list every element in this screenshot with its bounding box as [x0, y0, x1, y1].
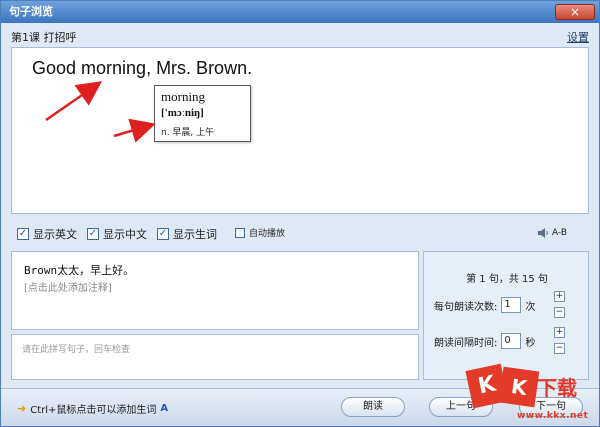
lesson-title: 第1课 打招呼: [11, 31, 77, 44]
tip-a-icon: A: [160, 403, 169, 414]
spelling-panel: [11, 334, 419, 380]
interval-minus-button[interactable]: −: [554, 343, 565, 354]
window-title: 句子浏览: [9, 5, 53, 18]
repeat-minus-button[interactable]: −: [554, 307, 565, 318]
auto-play-checkbox[interactable]: 自动播放: [235, 226, 285, 239]
checkbox-unchecked-icon: [235, 227, 245, 238]
sentence-browser-window: 句子浏览 × 第1课 打招呼 设置 Good morning, Mrs. Bro…: [0, 0, 600, 427]
settings-link[interactable]: 设置: [567, 29, 589, 45]
checkbox-checked-icon: ✓: [87, 228, 99, 240]
close-button[interactable]: ×: [555, 4, 595, 20]
show-vocab-checkbox[interactable]: ✓ 显示生词: [157, 226, 217, 242]
checkbox-checked-icon: ✓: [17, 228, 29, 240]
chinese-translation: Brown太太，早上好。: [24, 264, 135, 277]
sentence-panel: Good morning, Mrs. Brown. morning ['mɔːn…: [11, 47, 589, 214]
interval-plus-button[interactable]: +: [554, 327, 565, 338]
display-options: ✓ 显示英文 ✓ 显示中文 ✓ 显示生词 自动播放 A-B: [11, 223, 589, 243]
sentence-counter: 第 1 句，共 15 句: [466, 274, 548, 285]
watermark-logo-text: 下载: [537, 376, 577, 400]
translation-panel: Brown太太，早上好。 [点击此处添加注释]: [11, 251, 419, 330]
show-chinese-checkbox[interactable]: ✓ 显示中文: [87, 226, 147, 242]
repeat-plus-button[interactable]: +: [554, 291, 565, 302]
reading-controls: 第 1 句，共 15 句 每句朗读次数: 1 次 + − 朗读间隔时间: 0 秒…: [423, 251, 589, 380]
interval-row: 朗读间隔时间: 0 秒: [434, 333, 536, 349]
speaker-icon: [537, 228, 548, 238]
repeat-count-input[interactable]: 1: [501, 297, 522, 313]
arrow-to-word: [45, 81, 103, 122]
arrow-to-phonetic: [113, 118, 156, 143]
spelling-input[interactable]: [20, 341, 410, 359]
title-bar: 句子浏览 ×: [1, 1, 599, 23]
repeat-count-row: 每句朗读次数: 1 次: [434, 297, 536, 313]
add-note-link[interactable]: [点击此处添加注释]: [24, 279, 112, 294]
interval-input[interactable]: 0: [501, 333, 522, 349]
watermark-url: www.kkx.net: [517, 411, 589, 421]
show-english-checkbox[interactable]: ✓ 显示英文: [17, 226, 77, 242]
tip-arrow-icon: ➜: [17, 402, 27, 415]
watermark-logo-k2: K: [498, 366, 540, 408]
ab-repeat-button[interactable]: A-B: [537, 227, 567, 239]
annotation-arrows: [45, 81, 156, 143]
vocab-tip: ➜ Ctrl+鼠标点击可以添加生词 A: [17, 402, 169, 416]
read-button[interactable]: 朗读: [341, 397, 405, 417]
checkbox-checked-icon: ✓: [157, 228, 169, 240]
